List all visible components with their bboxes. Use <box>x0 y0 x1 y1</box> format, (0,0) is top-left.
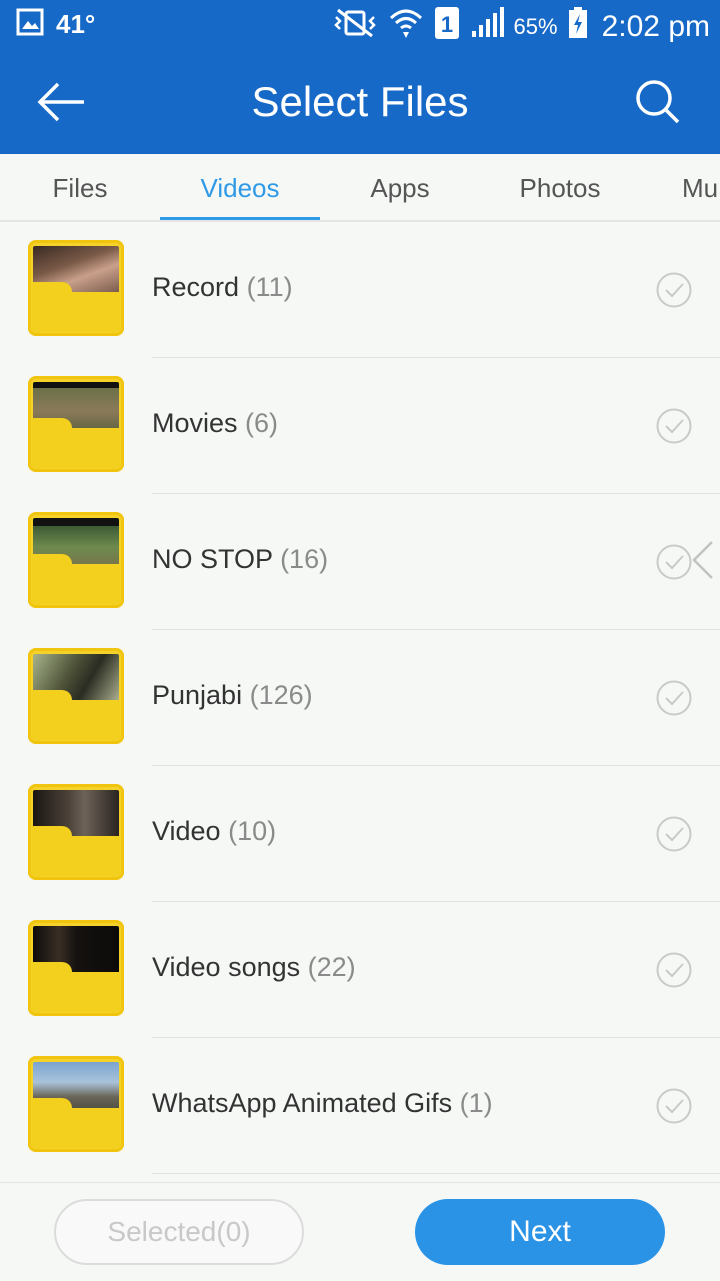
checkmark-icon[interactable] <box>656 272 692 308</box>
wifi-icon <box>388 6 424 47</box>
video-folder-icon <box>28 1056 124 1152</box>
svg-text:1: 1 <box>440 12 452 37</box>
video-folder-icon <box>28 512 124 608</box>
tab-files[interactable]: Files <box>0 154 160 220</box>
tab-videos[interactable]: Videos <box>160 154 320 220</box>
search-icon <box>636 80 680 124</box>
folder-row[interactable]: NO STOP (16) <box>0 494 720 630</box>
temperature-text: 41° <box>56 9 96 39</box>
folder-label: Movies (6) <box>152 408 279 438</box>
tab-music[interactable]: Mu <box>640 154 720 220</box>
folder-row[interactable]: Movies (6) <box>0 358 720 494</box>
sim-slot-icon: 1 <box>434 6 460 47</box>
folder-row[interactable]: Video (10) <box>0 766 720 902</box>
checkmark-icon[interactable] <box>656 544 692 580</box>
checkmark-icon[interactable] <box>656 408 692 444</box>
folder-label: Video songs (22) <box>152 952 356 982</box>
folder-row[interactable]: Punjabi (126) <box>0 630 720 766</box>
vibrate-mute-icon <box>332 8 378 45</box>
video-folder-icon <box>28 376 124 472</box>
folder-label: NO STOP (16) <box>152 544 329 574</box>
battery-percent: 65% <box>513 13 558 39</box>
gallery-icon <box>16 8 44 41</box>
page-title: Select Files <box>251 78 469 125</box>
checkmark-icon[interactable] <box>656 952 692 988</box>
checkmark-icon[interactable] <box>656 816 692 852</box>
search-button[interactable] <box>634 78 682 126</box>
folder-list: Record (11) Movies (6) NO STOP (16) Punj… <box>0 222 720 1182</box>
selected-count-button[interactable]: Selected(0) <box>54 1199 304 1265</box>
folder-label: Punjabi (126) <box>152 680 313 710</box>
next-button[interactable]: Next <box>415 1199 665 1265</box>
video-folder-icon <box>28 240 124 336</box>
checkmark-icon[interactable] <box>656 1088 692 1124</box>
folder-row[interactable]: Video songs (22) <box>0 902 720 1038</box>
video-folder-icon <box>28 648 124 744</box>
app-bar: Select Files <box>0 50 720 154</box>
battery-charging-icon <box>568 7 588 46</box>
chevron-left-icon[interactable] <box>690 540 714 580</box>
tab-apps[interactable]: Apps <box>320 154 480 220</box>
video-folder-icon <box>28 784 124 880</box>
folder-row[interactable]: Record (11) <box>0 222 720 358</box>
folder-label: Record (11) <box>152 272 293 302</box>
folder-label: WhatsApp Animated Gifs (1) <box>152 1088 493 1118</box>
tab-bar: Files Videos Apps Photos Mu <box>0 154 720 222</box>
video-folder-icon <box>28 920 124 1016</box>
folder-label: Video (10) <box>152 816 277 846</box>
tab-photos[interactable]: Photos <box>480 154 640 220</box>
clock-text: 2:02 pm <box>601 9 710 43</box>
checkmark-icon[interactable] <box>656 680 692 716</box>
status-bar: 41° 1 65% 2:02 pm <box>0 0 720 50</box>
bottom-action-bar: Selected(0) Next <box>0 1182 720 1281</box>
active-tab-indicator <box>160 217 320 220</box>
signal-icon <box>470 7 504 46</box>
folder-row[interactable]: WhatsApp Animated Gifs (1) <box>0 1038 720 1174</box>
